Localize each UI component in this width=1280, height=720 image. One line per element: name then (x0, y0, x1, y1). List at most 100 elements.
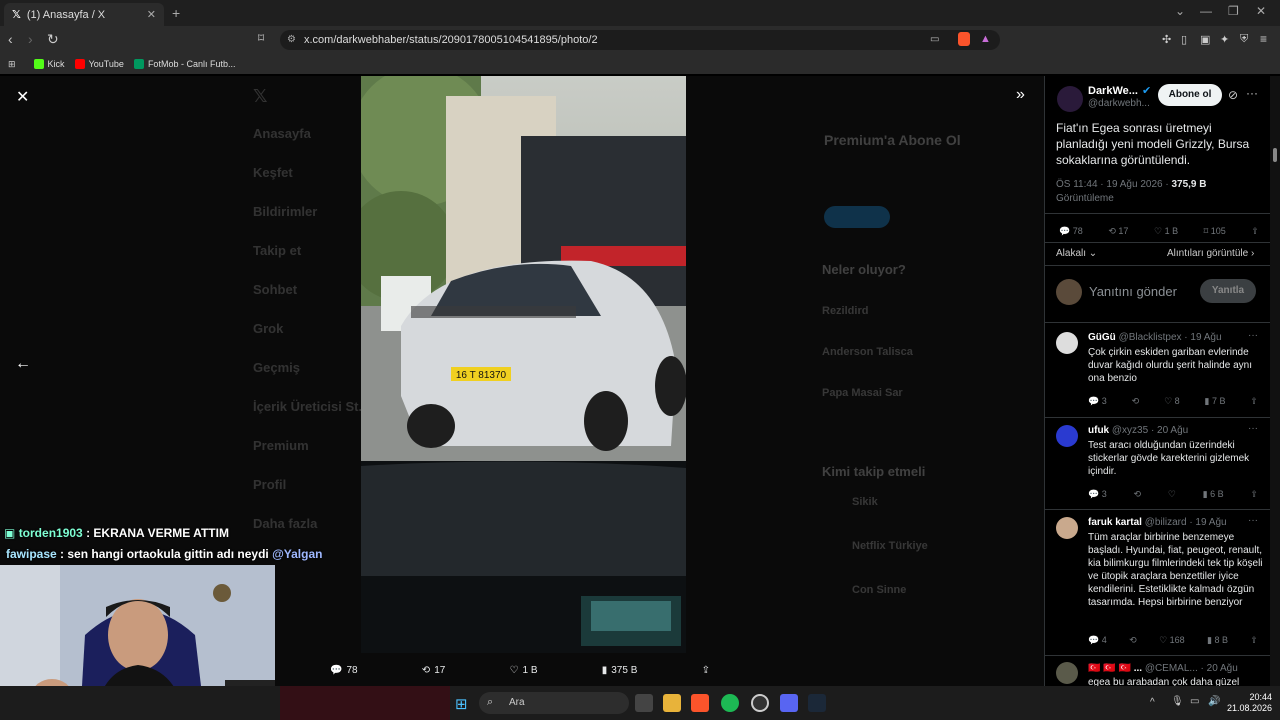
sidebar-icon[interactable]: ▯ (1181, 33, 1187, 46)
media-views[interactable]: ▮ 375 B (602, 665, 638, 676)
network-icon[interactable]: ▭ (1190, 696, 1199, 707)
brave-icon[interactable] (691, 694, 709, 712)
reply-share-button[interactable]: ⇪ (1250, 489, 1258, 500)
clock[interactable]: 20:44 21.08.2026 (1222, 692, 1272, 714)
reload-icon[interactable]: ↻ (47, 31, 59, 48)
bookmark-icon[interactable]: ⌑ (258, 31, 264, 45)
task-view-icon[interactable] (635, 694, 653, 712)
reply-repost-button[interactable]: ⟲ (1134, 489, 1142, 500)
tray-overflow-icon[interactable]: ^ (1150, 697, 1155, 708)
bg-nav-history: Geçmiş (253, 360, 300, 375)
start-icon[interactable]: ⊞ (455, 695, 468, 713)
leo-ai-icon[interactable]: ✦ (1220, 33, 1229, 46)
tweet-reply-button[interactable]: 💬 78 (1059, 226, 1083, 237)
reply-handle: @Blacklistpex · 19 Ağu (1118, 332, 1222, 343)
reply-more-icon[interactable]: ··· (1248, 330, 1258, 341)
media-share-button[interactable]: ⇪ (702, 665, 710, 676)
panel-scrollbar[interactable] (1270, 76, 1280, 686)
new-tab-button[interactable]: + (172, 5, 180, 21)
subscribe-button[interactable]: Abone ol (1158, 84, 1222, 106)
brave-rewards-icon[interactable]: ▲ (980, 33, 991, 45)
sort-related-dropdown[interactable]: Alakalı ⌄ (1056, 248, 1097, 259)
reply-submit-button[interactable]: Yanıtla (1200, 279, 1256, 303)
tweet-repost-button[interactable]: ⟲ 17 (1108, 226, 1128, 237)
bookmark-youtube[interactable]: YouTube (74, 59, 124, 69)
bg-trend-3: Papa Masai Sar (822, 387, 903, 399)
collapse-panel-icon[interactable]: » (1016, 86, 1025, 104)
reply-share-button[interactable]: ⇪ (1250, 635, 1258, 646)
reply-reply-button[interactable]: 💬 3 (1088, 396, 1107, 407)
reply-like-button[interactable]: ♡ 168 (1159, 635, 1185, 646)
tweet-share-button[interactable]: ⇪ (1251, 226, 1259, 237)
reply-views[interactable]: ▮ 8 B (1207, 635, 1228, 646)
reply-handle: @bilizard · 19 Ağu (1144, 517, 1227, 528)
reply-handle: @xyz35 · 20 Ağu (1111, 425, 1189, 436)
reply-item[interactable]: 🇹🇷 🇹🇷 🇹🇷 ... @CEMAL... · 20 Ağu egea bu … (1045, 656, 1271, 686)
taskbar-search[interactable]: Ara (479, 692, 629, 714)
obs-icon[interactable] (751, 694, 769, 712)
chat-mention: @Yalgan (272, 547, 323, 561)
tab-list-icon[interactable]: ⌄ (1175, 4, 1185, 18)
repost-icon: ⟲ (421, 664, 431, 676)
wallet-icon[interactable]: ▣ (1200, 33, 1210, 46)
media-like-button[interactable]: ♡ 1 B (510, 665, 538, 676)
reply-text: Test aracı olduğundan üzerindeki sticker… (1088, 440, 1250, 477)
cast-icon[interactable]: ▭ (930, 34, 939, 45)
reply-input[interactable]: Yanıtını gönder (1089, 284, 1177, 299)
reply-views[interactable]: ▮ 6 B (1203, 489, 1224, 500)
tweet-photo[interactable]: 16 T 81370 (361, 76, 686, 653)
reply-name: GüGü (1088, 332, 1116, 343)
reply-like-button[interactable]: ♡ 8 (1164, 396, 1180, 407)
microphone-icon[interactable]: 🎙 (1171, 696, 1184, 707)
bookmark-kick[interactable]: Kick (33, 59, 65, 69)
chat-message: fawipase : sen hangi ortaokula gittin ad… (6, 547, 322, 561)
spotify-icon[interactable] (721, 694, 739, 712)
tweet-like-button[interactable]: ♡ 1 B (1154, 226, 1178, 237)
bg-follow-1: Sikik (852, 496, 878, 508)
minimize-button[interactable]: — (1200, 4, 1212, 18)
site-info-icon[interactable]: ⚙ (287, 34, 296, 45)
reply-repost-button[interactable]: ⟲ (1129, 635, 1137, 646)
menu-icon[interactable]: ≡ (1260, 32, 1267, 46)
bg-follow-3: Con Sinne (852, 584, 907, 596)
file-explorer-icon[interactable] (663, 694, 681, 712)
chat-text: : EKRANA VERME ATTIM (86, 526, 229, 540)
brave-shield-icon[interactable] (958, 32, 970, 46)
bookmark-fotmob[interactable]: FotMob - Canlı Futb... (133, 59, 235, 69)
author-handle[interactable]: @darkwebh... (1088, 98, 1150, 109)
reply-views[interactable]: ▮ 7 B (1205, 396, 1226, 407)
view-quotes-link[interactable]: Alıntıları görüntüle › (1167, 248, 1254, 259)
url-bar[interactable]: x.com/darkwebhaber/status/20901780051045… (280, 30, 1000, 50)
maximize-button[interactable]: ❐ (1228, 4, 1239, 18)
media-reply-button[interactable]: 💬 78 (330, 665, 358, 676)
volume-icon[interactable]: 🔊 (1208, 696, 1220, 707)
close-viewer-icon[interactable]: ✕ (16, 87, 29, 107)
grok-icon[interactable]: ⊘ (1228, 88, 1238, 102)
author-avatar[interactable] (1057, 86, 1083, 112)
back-icon[interactable]: ‹ (8, 31, 13, 47)
reply-more-icon[interactable]: ··· (1248, 423, 1258, 434)
reply-more-icon[interactable]: ··· (1248, 515, 1258, 526)
author-name[interactable]: DarkWe... (1088, 85, 1138, 97)
reply-repost-button[interactable]: ⟲ (1132, 396, 1140, 407)
verified-icon: ✔ (1142, 85, 1152, 97)
steam-icon[interactable] (808, 694, 826, 712)
tab-close-icon[interactable]: ✕ (147, 8, 156, 21)
clock-time: 20:44 (1249, 692, 1272, 702)
media-repost-button[interactable]: ⟲ 17 (422, 665, 446, 676)
tweet-bookmark-button[interactable]: ⌑ 105 (1204, 226, 1226, 237)
bg-nav-premium: Premium (253, 438, 309, 453)
reply-like-button[interactable]: ♡ (1168, 489, 1176, 500)
previous-photo-icon[interactable]: ← (15, 355, 31, 373)
browser-tab[interactable]: 𝕏 (1) Anasayfa / X ✕ (4, 3, 164, 26)
apps-grid-icon[interactable]: ⊞ (8, 59, 16, 70)
discord-icon[interactable] (780, 694, 798, 712)
reply-reply-button[interactable]: 💬 3 (1088, 489, 1107, 500)
vpn-icon[interactable]: ⛨ (1240, 33, 1248, 46)
reply-share-button[interactable]: ⇪ (1250, 396, 1258, 407)
forward-icon[interactable]: › (28, 31, 33, 47)
reply-reply-button[interactable]: 💬 4 (1088, 635, 1107, 646)
close-window-button[interactable]: ✕ (1256, 4, 1266, 18)
extensions-icon[interactable]: ✣ (1162, 33, 1171, 46)
more-options-icon[interactable]: ··· (1246, 86, 1258, 100)
